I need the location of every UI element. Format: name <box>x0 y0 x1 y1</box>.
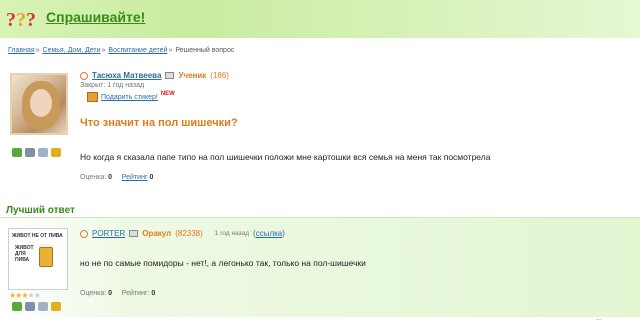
new-badge: NEW <box>160 91 175 97</box>
answer-rating: Оценка: 0 Рейтинг: 0 <box>80 290 155 297</box>
score-label: Оценка: <box>80 174 107 181</box>
answer-time: 1 год назад <box>214 230 250 237</box>
asker-rank: Ученик <box>178 71 207 80</box>
question-title: Что значит на пол шишечки? <box>80 117 238 129</box>
rating-value: 0 <box>149 174 154 181</box>
score-value: 0 <box>108 174 113 181</box>
answerer-rank: Оракул <box>142 229 172 238</box>
breadcrumb-family[interactable]: Семья, Дом, Дети <box>43 47 101 54</box>
best-answer-label: Лучший ответ <box>6 205 75 216</box>
breadcrumb-sep: » <box>35 47 40 54</box>
breadcrumb-home[interactable]: Главная <box>8 47 35 54</box>
breadcrumb-sep: » <box>168 47 173 54</box>
star-icon: ★ <box>33 291 41 300</box>
breadcrumb-sep: » <box>101 47 106 54</box>
svg-text:?: ? <box>26 9 36 30</box>
svg-text:?: ? <box>6 9 16 30</box>
message-icon[interactable] <box>129 230 139 237</box>
svg-text:?: ? <box>16 9 26 30</box>
question-rating: Оценка: 0 Рейтинг 0 <box>80 174 153 181</box>
breadcrumb-current: Решенный вопрос <box>175 47 235 54</box>
avatar-face <box>30 89 52 117</box>
beer-mug-icon <box>39 247 53 267</box>
avatar-caption-top: ЖИВОТ НЕ ОТ ПИВА <box>12 233 63 239</box>
message-icon[interactable] <box>165 72 175 79</box>
breadcrumb-upbringing[interactable]: Воспитание детей <box>108 47 167 54</box>
asker-avatar[interactable] <box>10 73 68 135</box>
answerer-actions <box>12 302 61 311</box>
chat-icon[interactable] <box>51 302 61 311</box>
asker-points: (186) <box>210 71 229 80</box>
user-status-icon <box>80 71 88 80</box>
site-name-link[interactable]: Спрашивайте! <box>46 9 145 25</box>
breadcrumb: Главная» Семья, Дом, Дети» Воспитание де… <box>8 47 234 54</box>
answerer-avatar[interactable]: ЖИВОТ НЕ ОТ ПИВА ЖИВОТ ДЛЯ ПИВА <box>8 228 68 290</box>
rating-link[interactable]: Рейтинг <box>122 174 148 181</box>
permalink-link[interactable]: ссылка <box>256 229 283 238</box>
answerer-name-link[interactable]: PORTER <box>92 229 125 238</box>
asker-name-link[interactable]: Тасюха Матвеева <box>92 71 161 80</box>
answer-body: но не по самые помидоры - нет!, а легонь… <box>80 258 366 268</box>
score-label: Оценка: <box>80 290 107 297</box>
gift-sticker-link[interactable]: Подарить стикер! <box>101 94 158 101</box>
chat-icon[interactable] <box>51 148 61 157</box>
answerer-stars: ★★★★★ <box>9 291 41 300</box>
friends-icon[interactable] <box>12 148 22 157</box>
mail-icon[interactable] <box>38 148 48 157</box>
asker-info: Тасюха Матвеева Ученик (186) <box>80 71 229 80</box>
question-body: Но когда я сказала папе типо на пол шише… <box>80 152 491 162</box>
asker-actions <box>12 148 61 157</box>
question-marks-icon[interactable]: ? ? ? <box>6 8 44 30</box>
photo-icon[interactable] <box>25 148 35 157</box>
closed-status: Закрыт: 1 год назад <box>80 82 145 89</box>
rating-label: Рейтинг: <box>121 290 150 297</box>
score-value: 0 <box>108 290 113 297</box>
gift-sticker: Подарить стикер! NEW <box>87 91 175 104</box>
friends-icon[interactable] <box>12 302 22 311</box>
gift-icon <box>87 92 98 102</box>
answerer-points: (82338) <box>175 229 203 238</box>
avatar-caption-mid: ЖИВОТ ДЛЯ ПИВА <box>15 245 34 263</box>
permalink: (ссылка) <box>253 229 285 238</box>
rating-value: 0 <box>151 290 156 297</box>
user-status-icon <box>80 229 88 238</box>
site-header: ? ? ? Спрашивайте! <box>0 0 640 38</box>
mail-icon[interactable] <box>38 302 48 311</box>
answerer-info: PORTER Оракул (82338) 1 год назад (ссылк… <box>80 229 285 238</box>
photo-icon[interactable] <box>25 302 35 311</box>
more-link[interactable]: ... <box>596 316 601 322</box>
